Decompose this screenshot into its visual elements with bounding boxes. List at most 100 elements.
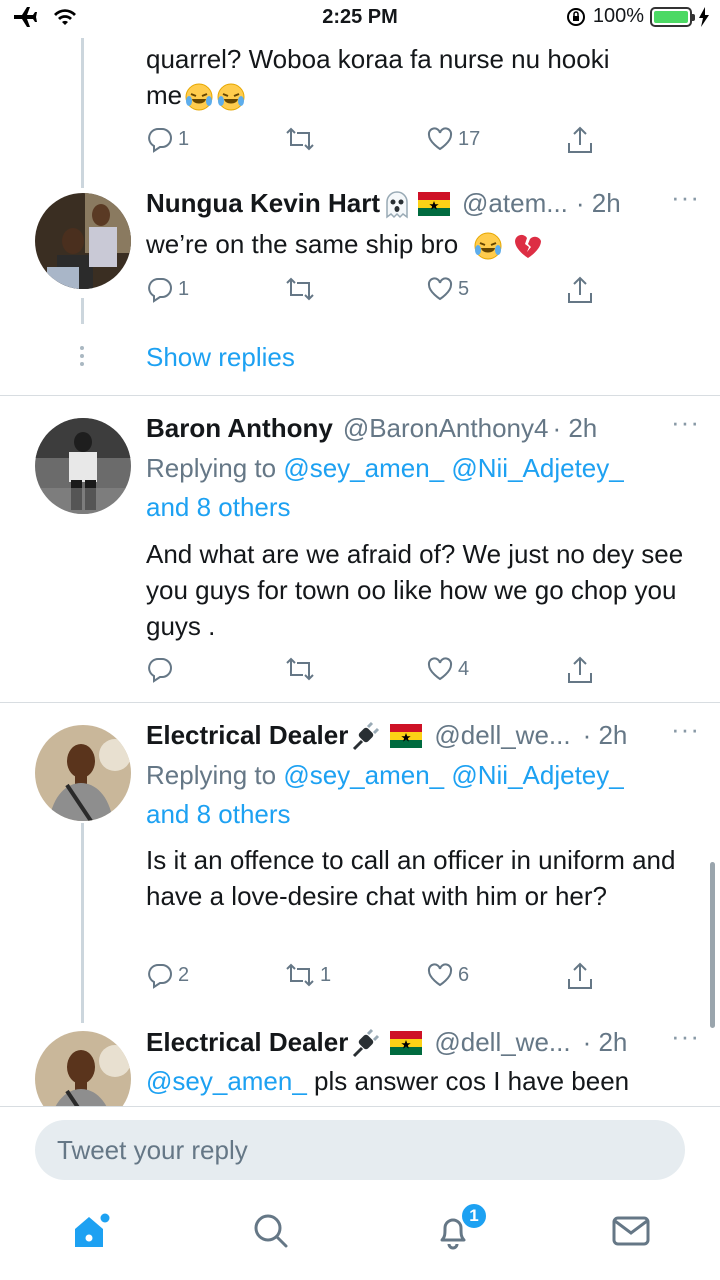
mention-link[interactable]: @sey_amen_ — [146, 1066, 307, 1096]
broken-heart-emoji — [514, 235, 541, 259]
share-button[interactable] — [566, 125, 594, 155]
replying-to: Replying to @sey_amen_ @Nii_Adjetey_ and… — [146, 756, 701, 834]
reply-bar — [0, 1106, 720, 1192]
tweet-header: Electrical Dealer @dell_we... · 2h ··· — [146, 714, 700, 751]
retweet-button[interactable] — [284, 275, 320, 303]
timestamp: · 2h — [575, 188, 621, 218]
avatar[interactable] — [35, 418, 131, 514]
orientation-lock-icon — [566, 7, 585, 26]
status-right: 100% — [565, 5, 710, 28]
tweet-text: And what are we afraid of? We just no de… — [146, 539, 684, 641]
share-button[interactable] — [566, 275, 594, 305]
laughing-tears-emoji — [217, 83, 245, 111]
display-name[interactable]: Baron Anthony — [146, 413, 333, 444]
avatar[interactable] — [35, 193, 131, 289]
tweet-text: we’re on the same ship bro — [146, 226, 701, 262]
reply-icon — [148, 128, 172, 153]
tweet-text: Is it an offence to call an officer in u… — [146, 845, 676, 911]
avatar[interactable] — [35, 1031, 131, 1106]
tweet-actions: 1 5 — [146, 275, 596, 309]
share-button[interactable] — [566, 655, 594, 685]
search-icon — [254, 1214, 288, 1248]
like-count: 5 — [458, 277, 470, 300]
share-icon — [568, 126, 592, 153]
reply-button[interactable] — [146, 655, 178, 683]
like-count: 6 — [458, 963, 470, 986]
retweet-count: 1 — [320, 963, 332, 986]
retweet-button[interactable] — [284, 655, 320, 683]
mail-icon — [612, 1216, 650, 1246]
battery-percent: 100% — [592, 5, 644, 27]
home-icon — [75, 1213, 110, 1247]
others-link[interactable]: and 8 others — [146, 488, 701, 527]
more-options-icon[interactable]: ··· — [671, 1021, 700, 1052]
mention-link[interactable]: @sey_amen_ @Nii_Adjetey_ — [283, 760, 623, 790]
bottom-tab-bar — [0, 1192, 720, 1280]
like-button[interactable]: 6 — [426, 961, 469, 989]
tab-home[interactable] — [66, 1206, 116, 1256]
handle[interactable]: @BaronAnthony4 — [343, 413, 549, 444]
retweet-icon — [286, 657, 314, 681]
like-count: 4 — [458, 657, 470, 680]
timestamp: · 2h — [552, 413, 598, 443]
tab-messages[interactable] — [606, 1206, 656, 1256]
tweet-header: Nungua Kevin Hart @atem... · 2h ··· — [146, 182, 700, 219]
like-button[interactable]: 4 — [426, 655, 469, 683]
like-button[interactable]: 5 — [426, 275, 469, 303]
handle[interactable]: @dell_we... — [434, 720, 570, 751]
thread-line — [81, 298, 84, 324]
reply-button[interactable]: 1 — [146, 125, 189, 153]
battery-icon — [650, 6, 695, 27]
reply-icon — [148, 964, 172, 989]
replying-to: Replying to @sey_amen_ @Nii_Adjetey_ and… — [146, 449, 701, 527]
tab-search[interactable] — [246, 1206, 296, 1256]
scrollbar[interactable] — [710, 862, 715, 1028]
electric-plug-emoji — [353, 1028, 380, 1057]
laughing-tears-emoji — [185, 83, 213, 111]
reply-count: 1 — [178, 127, 190, 150]
like-button[interactable]: 17 — [426, 125, 480, 153]
timestamp: · 2h — [582, 1027, 628, 1057]
thread-line — [81, 823, 84, 1023]
electric-plug-emoji — [353, 721, 380, 750]
more-options-icon[interactable]: ··· — [671, 714, 700, 745]
divider — [0, 395, 720, 396]
avatar[interactable] — [35, 725, 131, 821]
airplane-icon — [14, 7, 37, 27]
retweet-icon — [286, 963, 314, 987]
others-link[interactable]: and 8 others — [146, 795, 701, 834]
thread-line — [81, 38, 84, 188]
retweet-button[interactable] — [284, 125, 320, 153]
tweet-header: Electrical Dealer @dell_we... · 2h ··· — [146, 1021, 700, 1058]
display-name[interactable]: Electrical Dealer — [146, 1027, 348, 1058]
more-options-icon[interactable]: ··· — [671, 182, 700, 213]
show-replies-link[interactable]: Show replies — [146, 342, 295, 373]
tweet-actions: 2 1 6 — [146, 961, 596, 995]
handle[interactable]: @atem... — [462, 188, 568, 219]
reply-count: 2 — [178, 963, 190, 986]
display-name[interactable]: Electrical Dealer — [146, 720, 348, 751]
timestamp: · 2h — [582, 720, 628, 750]
heart-icon — [427, 963, 453, 987]
reply-button[interactable]: 1 — [146, 275, 189, 303]
retweet-icon — [286, 127, 314, 151]
handle[interactable]: @dell_we... — [434, 1027, 570, 1058]
display-name[interactable]: Nungua Kevin Hart — [146, 188, 380, 219]
reply-icon — [148, 658, 172, 683]
retweet-button[interactable]: 1 — [284, 961, 331, 989]
more-options-icon[interactable]: ··· — [671, 407, 700, 438]
tweet-feed[interactable]: quarrel? Woboa koraa fa nurse nu hooki m… — [0, 38, 720, 1106]
reply-button[interactable]: 2 — [146, 961, 189, 989]
status-left — [12, 6, 78, 28]
share-icon — [568, 276, 592, 303]
tweet-reply-input[interactable] — [35, 1120, 685, 1180]
share-icon — [568, 962, 592, 989]
heart-icon — [427, 657, 453, 681]
mention-link[interactable]: @sey_amen_ @Nii_Adjetey_ — [283, 453, 623, 483]
tweet-text: @sey_amen_ pls answer cos I have been — [146, 1066, 630, 1096]
wifi-icon — [54, 9, 76, 25]
share-button[interactable] — [566, 961, 594, 991]
reply-count: 1 — [178, 277, 190, 300]
ghost-emoji — [386, 190, 408, 218]
ghana-flag-emoji — [418, 191, 451, 216]
